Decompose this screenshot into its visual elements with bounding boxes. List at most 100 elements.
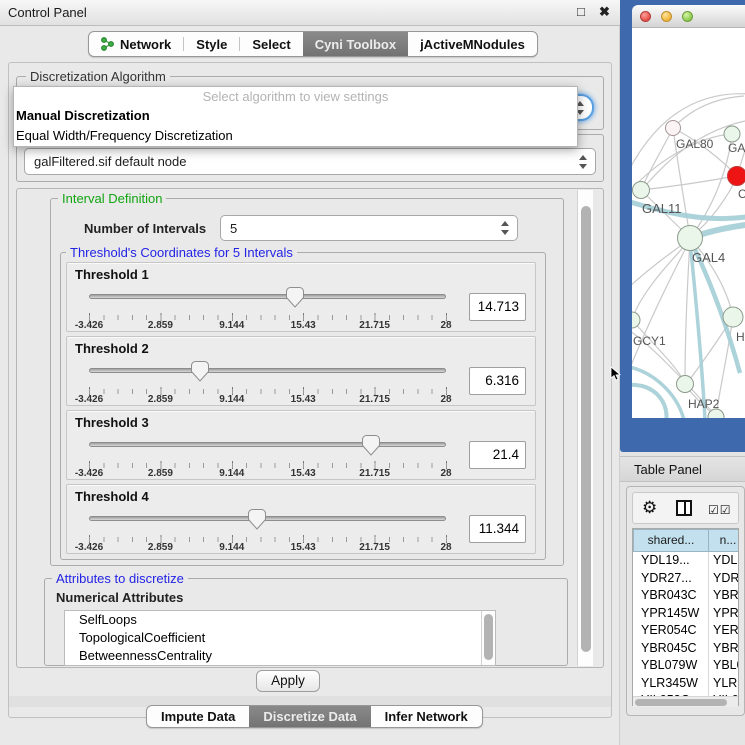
table-row[interactable]: YDL19...YDL1 [633, 552, 739, 570]
threshold-value-input[interactable]: 11.344 [469, 515, 526, 543]
gear-icon[interactable]: ⚙ [642, 498, 657, 518]
list-item[interactable]: SelfLoops [65, 611, 495, 629]
tick-label: -3.426 [75, 542, 103, 553]
scrollbar-thumb[interactable] [635, 699, 727, 706]
cell: YER0 [713, 622, 739, 640]
slider-thumb[interactable] [362, 435, 380, 456]
node-hap2[interactable] [677, 376, 694, 393]
node-label: H [736, 330, 745, 344]
column-header-shared-name[interactable]: shared... [633, 529, 709, 552]
number-of-intervals-combobox[interactable]: 5 [220, 215, 518, 241]
threshold-value-input[interactable]: 14.713 [469, 293, 526, 321]
node-gal11[interactable] [633, 182, 650, 199]
threshold-slider[interactable]: -3.426 2.859 9.144 15.43 21.715 28 [89, 361, 446, 407]
tick-label: 2.859 [148, 394, 173, 405]
tick-label: 21.715 [359, 542, 390, 553]
node-right-h[interactable] [723, 307, 743, 327]
node-label: GAL11 [642, 201, 682, 216]
table-row[interactable]: YPR145WYPR1 [633, 605, 739, 623]
tab-style[interactable]: Style [184, 32, 239, 56]
slider-track[interactable] [89, 368, 446, 373]
tab-infer-network[interactable]: Infer Network [371, 706, 482, 727]
dropdown-option-manual-discretization[interactable]: Manual Discretization [14, 106, 577, 126]
node-label: GAL4 [692, 250, 725, 265]
threshold-slider[interactable]: -3.426 2.859 9.144 15.43 21.715 28 [89, 435, 446, 481]
cell: YDL1 [713, 552, 739, 570]
slider-scale: -3.426 2.859 9.144 15.43 21.715 28 [89, 542, 446, 554]
cell: YBL079W [641, 657, 697, 675]
tab-select-label: Select [252, 37, 290, 52]
checkbox-columns-icon[interactable]: ☑☑ [708, 503, 732, 517]
threshold-slider[interactable]: -3.426 2.859 9.144 15.43 21.715 28 [89, 287, 446, 333]
threshold-panel-3: Threshold 3 -3.426 2.859 9.144 15.43 21.… [66, 410, 536, 480]
minimize-traffic-light[interactable] [661, 11, 672, 22]
tab-discretize-data-label: Discretize Data [263, 709, 356, 724]
node-top-right[interactable] [724, 126, 740, 142]
tick-label: 21.715 [359, 468, 390, 479]
node-gal4[interactable] [678, 226, 703, 251]
threshold-value-input[interactable]: 21.4 [469, 441, 526, 469]
attributes-list-scrollbar[interactable] [481, 611, 495, 665]
tab-discretize-data[interactable]: Discretize Data [249, 706, 370, 727]
slider-track[interactable] [89, 516, 446, 521]
close-window-button[interactable]: ✖ [599, 4, 610, 20]
table-row[interactable]: YBR043CYBR0 [633, 587, 739, 605]
tab-select[interactable]: Select [240, 32, 302, 56]
column-header-name[interactable]: n... [708, 529, 739, 552]
tab-network[interactable]: Network [89, 32, 183, 56]
slider-thumb[interactable] [191, 361, 209, 382]
slider-thumb[interactable] [286, 287, 304, 308]
node-selected-red[interactable] [728, 167, 745, 186]
settings-vertical-scrollbar[interactable] [577, 190, 593, 666]
dropdown-option-equal-width-frequency[interactable]: Equal Width/Frequency Discretization [14, 126, 577, 146]
network-window-titlebar[interactable] [632, 5, 745, 28]
threshold-panel-2: Threshold 2 -3.426 2.859 9.144 15.43 21.… [66, 336, 536, 406]
control-panel-tabbar: Network Style Select Cyni Toolbox jActiv… [88, 31, 538, 57]
tick-label: 28 [440, 542, 451, 553]
float-window-button[interactable]: □ [577, 4, 585, 19]
zoom-traffic-light[interactable] [682, 11, 693, 22]
table-horizontal-scrollbar[interactable] [633, 696, 738, 707]
cell: YDR27... [641, 570, 692, 588]
tick-label: 15.43 [291, 542, 316, 553]
table-data-combobox[interactable]: galFiltered.sif default node [24, 148, 596, 175]
cell: YBL0 [713, 657, 739, 675]
list-item[interactable]: BetweennessCentrality [65, 647, 495, 665]
network-icon [101, 37, 114, 51]
number-of-intervals-value: 5 [230, 221, 237, 236]
slider-track[interactable] [89, 294, 446, 299]
table-row[interactable]: YDR27...YDR2 [633, 570, 739, 588]
node-attribute-table[interactable]: shared... n... YDL19...YDL1 YDR27...YDR2… [632, 528, 739, 706]
node-gcy1[interactable] [632, 312, 640, 328]
tab-style-label: Style [196, 37, 227, 52]
slider-track[interactable] [89, 442, 446, 447]
apply-button[interactable]: Apply [256, 670, 320, 692]
threshold-slider[interactable]: -3.426 2.859 9.144 15.43 21.715 28 [89, 509, 446, 555]
cell: YBR043C [641, 587, 697, 605]
threshold-value-input[interactable]: 6.316 [469, 367, 526, 395]
mouse-cursor [610, 366, 621, 381]
network-canvas[interactable]: GAL80 GA C GAL11 GAL4 GCY1 H HAP2 [632, 28, 745, 418]
tick-label: -3.426 [75, 468, 103, 479]
node-gal80[interactable] [666, 121, 681, 136]
scrollbar-thumb[interactable] [484, 614, 493, 660]
group-discretization-algorithm-title: Discretization Algorithm [26, 69, 170, 84]
list-item[interactable]: TopologicalCoefficient [65, 629, 495, 647]
tab-jactivemnodules[interactable]: jActiveMNodules [408, 32, 537, 56]
tab-impute-data-label: Impute Data [161, 709, 235, 724]
column-layout-icon[interactable] [676, 500, 692, 516]
scrollbar-thumb[interactable] [581, 206, 591, 652]
close-traffic-light[interactable] [640, 11, 651, 22]
tab-impute-data[interactable]: Impute Data [147, 706, 249, 727]
tick-label: 9.144 [219, 542, 244, 553]
tick-label: 2.859 [148, 320, 173, 331]
table-row[interactable]: YER054CYER0 [633, 622, 739, 640]
table-row[interactable]: YBL079W YBL0 [633, 657, 739, 675]
node-label: C [738, 187, 745, 201]
cell: YPR145W [641, 605, 699, 623]
tab-cyni-toolbox[interactable]: Cyni Toolbox [303, 32, 408, 56]
slider-thumb[interactable] [248, 509, 266, 530]
tick-label: -3.426 [75, 394, 103, 405]
table-row[interactable]: YLR345WYLR3 [633, 675, 739, 693]
table-row[interactable]: YBR045CYBR0 [633, 640, 739, 658]
